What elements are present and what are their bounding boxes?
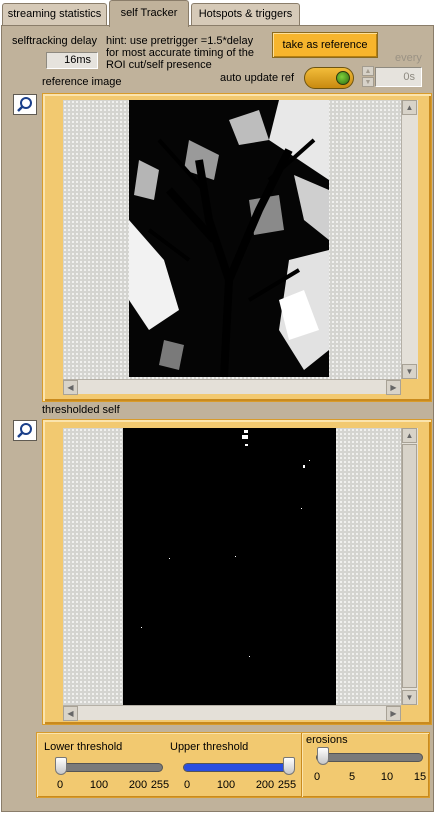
- tick-label: 0: [313, 771, 321, 783]
- tick-label: 5: [348, 771, 356, 783]
- upper-threshold-fill: [184, 764, 290, 771]
- tab-hotspots-triggers[interactable]: Hotspots & triggers: [191, 3, 300, 25]
- upper-threshold-label: Upper threshold: [170, 741, 249, 753]
- erosions-thumb[interactable]: [317, 747, 330, 765]
- self-tracker-panel: selftracking delay 16ms hint: use pretri…: [1, 25, 434, 812]
- reference-image-label: reference image: [42, 76, 122, 88]
- interval-increment-button[interactable]: ▲: [362, 66, 374, 76]
- led-indicator-icon: [336, 71, 350, 85]
- lower-threshold-label: Lower threshold: [44, 741, 123, 753]
- app-window: streaming statistics self Tracker Hotspo…: [0, 0, 436, 813]
- tick-label: 15: [413, 771, 427, 783]
- scroll-up-arrow-icon[interactable]: ▲: [402, 428, 417, 443]
- thresholded-zoom-button[interactable]: [13, 420, 37, 441]
- tick-label: 100: [89, 779, 109, 791]
- tab-self-tracker[interactable]: self Tracker: [109, 0, 189, 27]
- scroll-up-arrow-icon[interactable]: ▲: [402, 100, 417, 115]
- scroll-down-arrow-icon[interactable]: ▼: [402, 364, 417, 379]
- selftracking-delay-field[interactable]: 16ms: [46, 52, 98, 69]
- selftracking-delay-label: selftracking delay: [12, 35, 97, 47]
- lower-threshold-thumb[interactable]: [55, 757, 68, 775]
- magnifier-icon: [17, 97, 32, 112]
- thresholded-image-viewport: [63, 428, 401, 705]
- hint-text: hint: use pretrigger =1.5*delay for most…: [106, 35, 254, 71]
- thresholded-mask-image: [123, 428, 336, 705]
- reference-image-viewport: [63, 100, 401, 379]
- tick-label: 100: [216, 779, 236, 791]
- auto-update-toggle[interactable]: [304, 67, 354, 89]
- tick-label: 10: [380, 771, 394, 783]
- scroll-left-arrow-icon[interactable]: ◀: [63, 380, 78, 395]
- thresholded-horizontal-scrollbar[interactable]: ◀ ▶: [63, 705, 401, 721]
- divider: [301, 733, 303, 797]
- thresholded-vertical-scrollbar[interactable]: ▲ ▼: [401, 428, 418, 705]
- upper-threshold-thumb[interactable]: [283, 757, 295, 775]
- tick-label: 255: [277, 779, 297, 791]
- upper-threshold-track[interactable]: [183, 763, 290, 772]
- reference-zoom-button[interactable]: [13, 94, 37, 115]
- lower-threshold-track[interactable]: [57, 763, 163, 772]
- auto-update-interval-field[interactable]: 0s: [375, 67, 422, 87]
- threshold-controls-box: Lower threshold 0 100 200 255 Upper thre…: [36, 732, 430, 798]
- tick-label: 0: [56, 779, 64, 791]
- magnifier-icon: [17, 423, 32, 438]
- scroll-down-arrow-icon[interactable]: ▼: [402, 690, 417, 705]
- tick-label: 255: [150, 779, 170, 791]
- take-as-reference-button[interactable]: take as reference: [272, 32, 378, 58]
- scroll-right-arrow-icon[interactable]: ▶: [386, 380, 401, 395]
- every-label: every: [395, 52, 422, 64]
- tick-label: 0: [183, 779, 191, 791]
- erosions-label: erosions: [306, 734, 348, 746]
- reference-horizontal-scrollbar[interactable]: ◀ ▶: [63, 379, 401, 395]
- scroll-left-arrow-icon[interactable]: ◀: [63, 706, 78, 721]
- reference-image-frame: ▲ ▼ ◀ ▶: [42, 93, 432, 402]
- erosions-track[interactable]: [316, 753, 423, 762]
- interval-decrement-button[interactable]: ▼: [362, 77, 374, 87]
- auto-update-ref-label: auto update ref: [220, 72, 295, 84]
- scroll-thumb[interactable]: [402, 444, 417, 688]
- scroll-right-arrow-icon[interactable]: ▶: [386, 706, 401, 721]
- reference-tree-image: [129, 100, 329, 377]
- thresholded-image-frame: ▲ ▼ ◀ ▶: [42, 419, 432, 725]
- reference-vertical-scrollbar[interactable]: ▲ ▼: [401, 100, 418, 379]
- thresholded-self-label: thresholded self: [42, 404, 120, 416]
- tab-streaming-statistics[interactable]: streaming statistics: [2, 3, 107, 25]
